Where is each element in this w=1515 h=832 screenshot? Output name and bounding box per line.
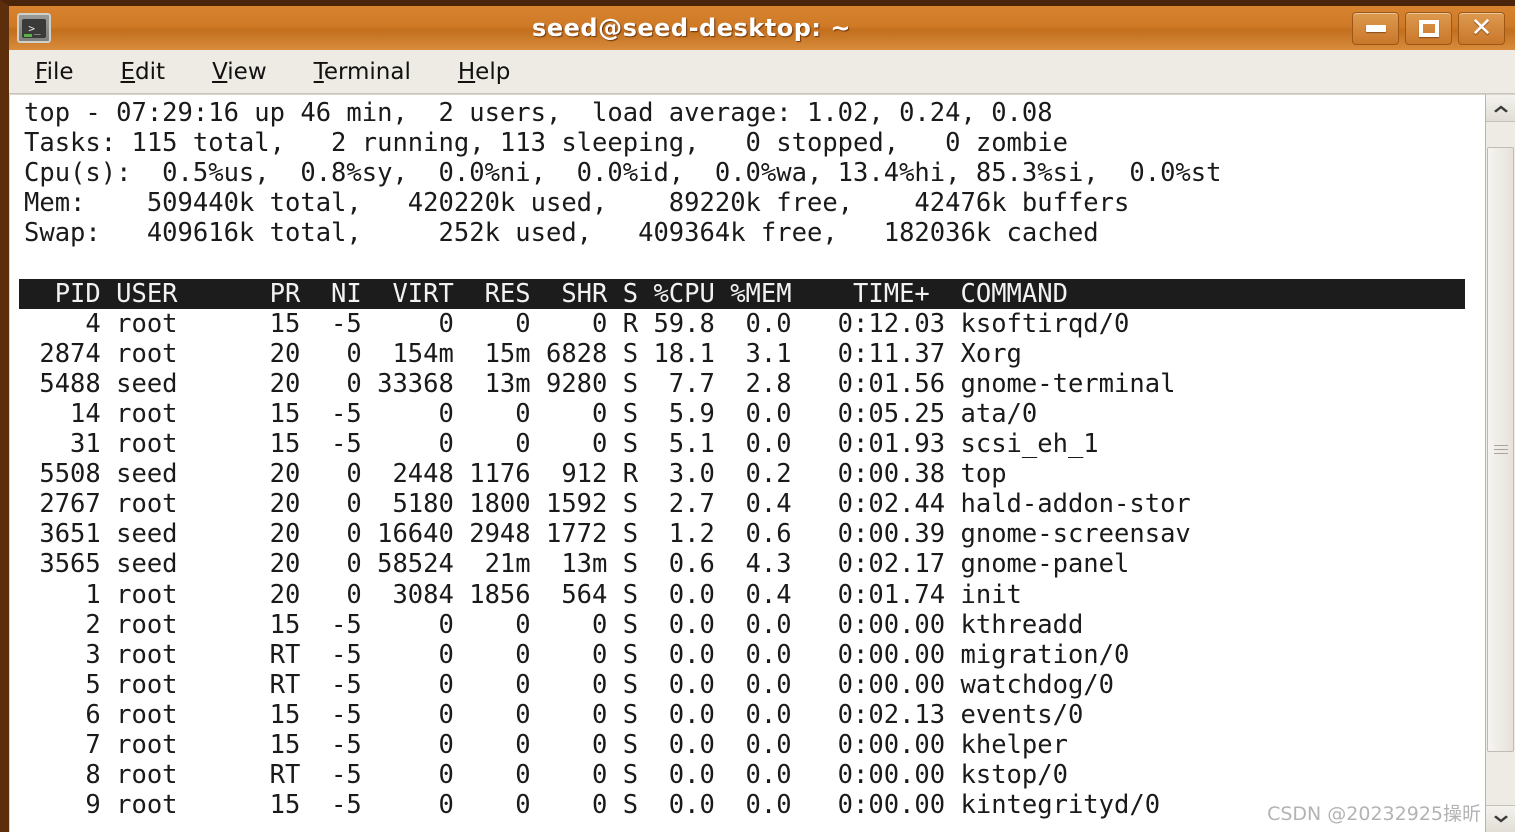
top-summary-line-4: Mem: 509440k total, 420220k used, 89220k… <box>24 188 1130 219</box>
process-row: 14 root 15 -5 0 0 0 S 5.9 0.0 0:05.25 at… <box>24 398 1038 429</box>
menu-item-edit[interactable]: Edit <box>121 59 166 85</box>
top-summary-line-5: Swap: 409616k total, 252k used, 409364k … <box>24 218 1099 249</box>
minimize-button[interactable] <box>1352 11 1399 45</box>
menu-view-mnemonic: V <box>212 58 228 85</box>
maximize-button[interactable] <box>1405 11 1452 45</box>
process-row: 9 root 15 -5 0 0 0 S 0.0 0.0 0:00.00 kin… <box>24 790 1161 821</box>
process-row: 8 root RT -5 0 0 0 S 0.0 0.0 0:00.00 kst… <box>24 760 1068 791</box>
menu-item-file[interactable]: File <box>35 59 74 85</box>
scroll-up-button[interactable] <box>1486 95 1515 122</box>
process-row: 3651 seed 20 0 16640 2948 1772 S 1.2 0.6… <box>24 519 1191 550</box>
menu-help-rest: elp <box>475 58 511 85</box>
menu-item-terminal[interactable]: Terminal <box>314 59 411 85</box>
process-row: 5 root RT -5 0 0 0 S 0.0 0.0 0:00.00 wat… <box>24 669 1115 700</box>
process-row: 4 root 15 -5 0 0 0 R 59.8 0.0 0:12.03 ks… <box>24 308 1130 339</box>
top-summary-line-1: top - 07:29:16 up 46 min, 2 users, load … <box>24 98 1053 128</box>
process-table-body: 4 root 15 -5 0 0 0 R 59.8 0.0 0:12.03 ks… <box>24 309 1485 821</box>
window-title: seed@seed-desktop: ~ <box>532 14 851 42</box>
process-row: 31 root 15 -5 0 0 0 S 5.1 0.0 0:01.93 sc… <box>24 429 1099 460</box>
process-row: 2767 root 20 0 5180 1800 1592 S 2.7 0.4 … <box>24 489 1191 520</box>
process-row: 7 root 15 -5 0 0 0 S 0.0 0.0 0:00.00 khe… <box>24 729 1068 760</box>
vertical-scrollbar[interactable] <box>1485 94 1515 832</box>
chevron-down-icon <box>1493 815 1508 822</box>
terminal-area: top - 07:29:16 up 46 min, 2 users, load … <box>9 94 1515 832</box>
process-row: 3565 seed 20 0 58524 21m 13m S 0.6 4.3 0… <box>24 549 1130 580</box>
menu-terminal-rest: erminal <box>323 58 411 85</box>
title-bar[interactable]: >_ seed@seed-desktop: ~ ✕ <box>9 6 1515 51</box>
process-row: 3 root RT -5 0 0 0 S 0.0 0.0 0:00.00 mig… <box>24 639 1130 670</box>
terminal-output[interactable]: top - 07:29:16 up 46 min, 2 users, load … <box>9 94 1485 832</box>
process-table-header: PID USER PR NI VIRT RES SHR S %CPU %MEM … <box>19 278 1465 309</box>
process-row: 2 root 15 -5 0 0 0 S 0.0 0.0 0:00.00 kth… <box>24 609 1084 640</box>
terminal-window: >_ seed@seed-desktop: ~ ✕ File Edit View… <box>0 0 1515 832</box>
close-icon: ✕ <box>1470 13 1493 43</box>
menu-item-view[interactable]: View <box>212 59 267 85</box>
menu-item-help[interactable]: Help <box>458 59 510 85</box>
menu-edit-mnemonic: E <box>120 58 136 85</box>
minimize-icon <box>1365 24 1386 32</box>
chevron-up-icon <box>1493 105 1508 112</box>
process-row: 5488 seed 20 0 33368 13m 9280 S 7.7 2.8 … <box>24 368 1176 399</box>
top-summary-line-3: Cpu(s): 0.5%us, 0.8%sy, 0.0%ni, 0.0%id, … <box>24 158 1222 189</box>
process-row: 5508 seed 20 0 2448 1176 912 R 3.0 0.2 0… <box>24 459 1007 490</box>
window-controls: ✕ <box>1352 11 1505 45</box>
menu-file-mnemonic: F <box>35 58 47 85</box>
scrollbar-grip <box>1493 442 1508 457</box>
scroll-down-button[interactable] <box>1486 805 1515 832</box>
menu-view-rest: iew <box>227 58 267 85</box>
top-summary-line-2: Tasks: 115 total, 2 running, 113 sleepin… <box>24 128 1068 159</box>
menu-file-rest: ile <box>46 58 74 85</box>
scrollbar-thumb[interactable] <box>1487 147 1514 752</box>
menu-edit-rest: dit <box>135 58 166 85</box>
scrollbar-track[interactable] <box>1486 122 1515 805</box>
process-row: 6 root 15 -5 0 0 0 S 0.0 0.0 0:02.13 eve… <box>24 699 1084 730</box>
menu-bar: File Edit View Terminal Help <box>9 50 1515 94</box>
maximize-icon <box>1418 19 1439 37</box>
menu-terminal-mnemonic: T <box>313 58 324 85</box>
menu-help-mnemonic: H <box>457 58 476 85</box>
process-row: 2874 root 20 0 154m 15m 6828 S 18.1 3.1 … <box>24 338 1022 369</box>
process-row: 1 root 20 0 3084 1856 564 S 0.0 0.4 0:01… <box>24 579 1022 610</box>
close-button[interactable]: ✕ <box>1458 11 1505 45</box>
terminal-icon: >_ <box>17 13 51 43</box>
